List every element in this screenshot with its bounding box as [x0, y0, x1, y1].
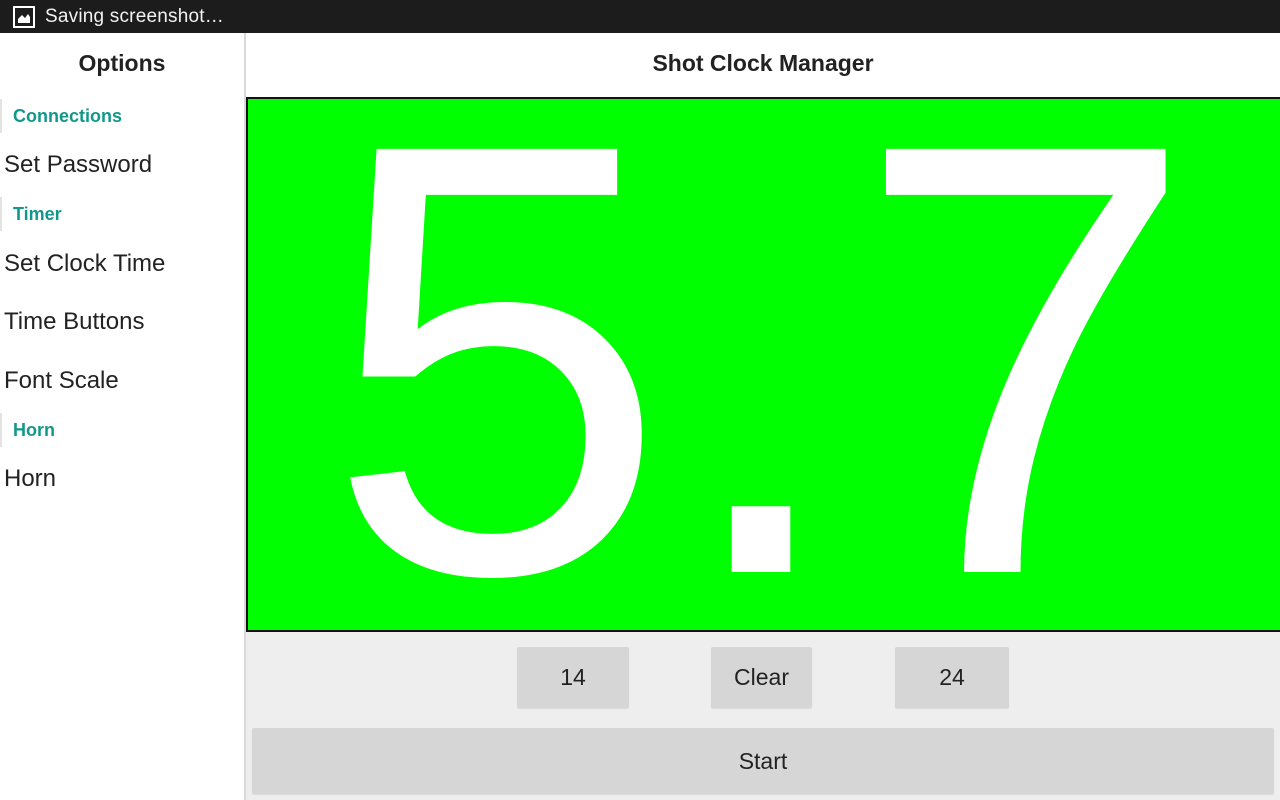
pref-font-scale[interactable]: Font Scale — [0, 356, 244, 406]
shot-clock-display: 5.7 — [246, 97, 1280, 632]
category-timer: Timer — [0, 197, 244, 231]
category-label: Connections — [13, 105, 123, 126]
clear-button[interactable]: Clear — [711, 647, 812, 708]
category-label: Timer — [13, 203, 62, 224]
pref-label: Font Scale — [4, 367, 119, 394]
system-status-bar: Saving screenshot… — [0, 0, 1280, 33]
options-sidebar: Options Connections Set Password Timer S… — [0, 33, 244, 800]
pref-horn[interactable]: Horn — [0, 454, 244, 504]
pref-time-buttons[interactable]: Time Buttons — [0, 297, 244, 347]
sidebar-title: Options — [78, 50, 166, 76]
screenshot-icon — [13, 5, 35, 28]
clock-value: 5.7 — [325, 97, 1205, 632]
pref-label: Time Buttons — [4, 308, 145, 335]
category-connections: Connections — [0, 99, 244, 133]
pref-set-password[interactable]: Set Password — [0, 140, 244, 190]
clock-controls: 14 Clear 24 Start — [246, 632, 1280, 800]
page-title: Shot Clock Manager — [652, 50, 874, 76]
status-notification-text: Saving screenshot… — [45, 5, 224, 27]
pref-label: Set Clock Time — [4, 250, 166, 277]
category-label: Horn — [13, 419, 55, 440]
preset-14-button[interactable]: 14 — [517, 647, 629, 708]
pref-label: Set Password — [4, 151, 153, 178]
category-horn: Horn — [0, 413, 244, 447]
pref-set-clock-time[interactable]: Set Clock Time — [0, 239, 244, 289]
start-button[interactable]: Start — [252, 728, 1274, 794]
preset-24-button[interactable]: 24 — [895, 647, 1009, 708]
pref-label: Horn — [4, 465, 57, 492]
